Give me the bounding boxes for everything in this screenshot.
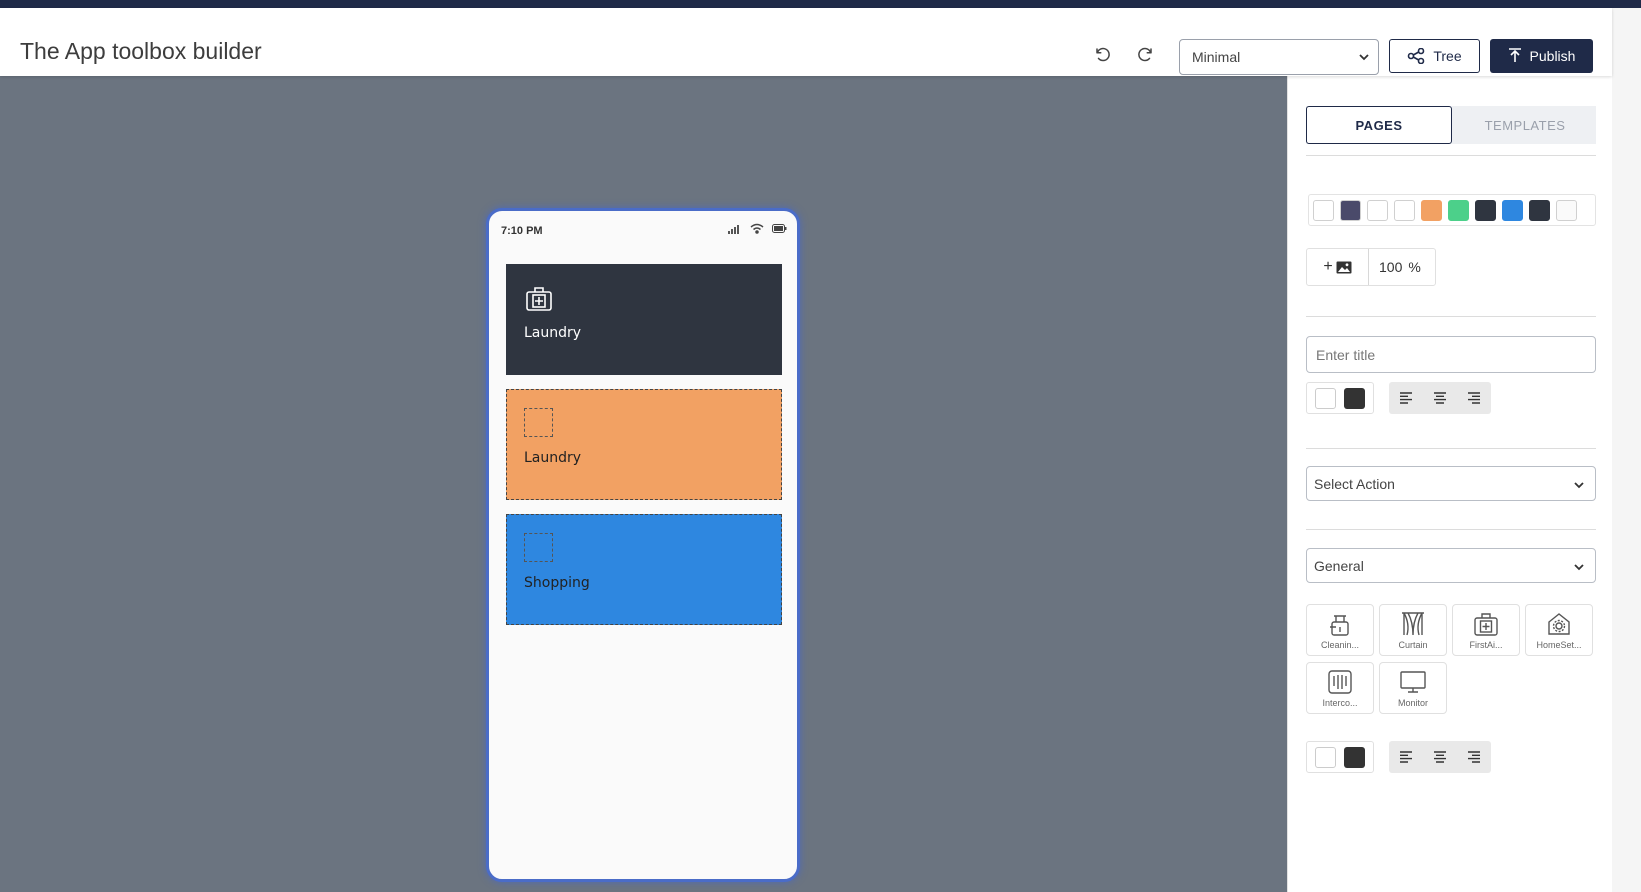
color-swatches — [1308, 194, 1596, 226]
top-strip — [0, 0, 1641, 8]
swatch[interactable] — [1556, 199, 1577, 221]
black-color-option[interactable] — [1344, 387, 1365, 409]
icon-placeholder — [524, 533, 553, 562]
swatch[interactable] — [1529, 199, 1550, 221]
tile-shopping[interactable]: Shopping — [506, 514, 782, 625]
curtain-icon — [1402, 612, 1424, 636]
icon-align-group — [1389, 741, 1491, 773]
category-select[interactable]: General — [1306, 548, 1596, 583]
canvas-area: 7:10 PM Laundry Laundry Shopping — [0, 76, 1287, 892]
icon-option-intercom[interactable]: Interco... — [1306, 662, 1374, 714]
icon-option-curtain[interactable]: Curtain — [1379, 604, 1447, 656]
category-select-value: General — [1314, 557, 1364, 574]
redo-button[interactable] — [1131, 41, 1159, 69]
right-gutter — [1612, 8, 1641, 892]
theme-select-value: Minimal — [1192, 49, 1241, 65]
white-color-option[interactable] — [1315, 387, 1336, 409]
swatch[interactable] — [1313, 199, 1334, 221]
icon-label: Curtain — [1398, 640, 1428, 650]
sidebar-tabs: PAGES TEMPLATES — [1306, 106, 1596, 144]
first-aid-kit-icon — [526, 287, 552, 311]
title-input[interactable]: Enter title — [1306, 336, 1596, 373]
icon-label: HomeSet... — [1536, 640, 1582, 650]
icon-label: Interco... — [1322, 698, 1358, 708]
swatch[interactable] — [1367, 199, 1388, 221]
swatch[interactable] — [1502, 199, 1523, 221]
app-title: The App toolbox builder — [20, 38, 262, 64]
status-time: 7:10 PM — [501, 225, 543, 237]
battery-icon — [772, 224, 787, 233]
icon-option-home-settings[interactable]: HomeSet... — [1525, 604, 1593, 656]
chevron-down-icon — [1574, 564, 1584, 571]
phone-preview: 7:10 PM Laundry Laundry Shopping — [486, 208, 800, 882]
title-align-group — [1389, 382, 1491, 414]
tree-button[interactable]: Tree — [1389, 39, 1480, 73]
plus-icon: + — [1323, 258, 1333, 275]
white-color-option[interactable] — [1315, 746, 1336, 768]
icon-label: Cleanin... — [1320, 640, 1360, 650]
divider — [1306, 529, 1596, 530]
add-image-button[interactable]: + — [1307, 249, 1369, 285]
icon-option-first-aid[interactable]: FirstAi... — [1452, 604, 1520, 656]
align-center-icon[interactable] — [1433, 392, 1447, 404]
wifi-icon — [750, 223, 764, 234]
action-select[interactable]: Select Action — [1306, 466, 1596, 501]
signal-icon — [728, 224, 739, 234]
undo-button[interactable] — [1089, 41, 1117, 69]
align-right-icon[interactable] — [1467, 392, 1481, 404]
icon-option-monitor[interactable]: Monitor — [1379, 662, 1447, 714]
monitor-icon — [1400, 671, 1426, 693]
icon-option-cleaning[interactable]: Cleanin... — [1306, 604, 1374, 656]
tab-pages[interactable]: PAGES — [1306, 106, 1452, 144]
zoom-value[interactable]: 100 — [1379, 259, 1402, 275]
image-zoom-control: + 100 % — [1306, 248, 1436, 286]
header-bar: The App toolbox builder Minimal Tree Pub… — [0, 8, 1612, 76]
divider — [1306, 448, 1596, 449]
chevron-down-icon — [1574, 482, 1584, 489]
tile-label: Laundry — [524, 450, 582, 466]
icon-placeholder — [524, 408, 553, 437]
divider — [1306, 155, 1596, 156]
tile-laundry[interactable]: Laundry — [506, 264, 782, 375]
tree-icon — [1408, 48, 1425, 64]
align-left-icon[interactable] — [1399, 392, 1413, 404]
action-select-value: Select Action — [1314, 475, 1395, 492]
tile-label: Shopping — [524, 575, 590, 591]
zoom-unit: % — [1408, 259, 1421, 275]
swatch[interactable] — [1475, 199, 1496, 221]
swatch[interactable] — [1340, 199, 1361, 221]
publish-button[interactable]: Publish — [1490, 39, 1593, 73]
icon-label: Monitor — [1397, 698, 1428, 708]
swatch[interactable] — [1394, 199, 1415, 221]
theme-select[interactable]: Minimal — [1179, 39, 1379, 75]
cleaning-icon — [1330, 615, 1349, 636]
publish-label: Publish — [1529, 48, 1576, 64]
tile-label: Laundry — [524, 325, 582, 341]
tile-laundry-2[interactable]: Laundry — [506, 389, 782, 500]
chevron-down-icon — [1359, 54, 1369, 61]
icon-label: FirstAi... — [1469, 640, 1503, 650]
divider — [1306, 316, 1596, 317]
redo-icon — [1138, 47, 1152, 62]
align-right-icon[interactable] — [1467, 751, 1481, 763]
title-color-toggle — [1306, 382, 1374, 414]
home-settings-icon — [1548, 613, 1570, 635]
black-color-option[interactable] — [1344, 746, 1365, 768]
upload-icon — [1508, 48, 1521, 62]
first-aid-icon — [1474, 613, 1498, 636]
align-center-icon[interactable] — [1433, 751, 1447, 763]
tree-label: Tree — [1433, 48, 1462, 64]
image-icon — [1336, 261, 1352, 273]
properties-sidebar: PAGES TEMPLATES + 100 % Enter title Sele… — [1287, 76, 1612, 892]
align-left-icon[interactable] — [1399, 751, 1413, 763]
tab-templates[interactable]: TEMPLATES — [1452, 106, 1598, 144]
icon-color-toggle — [1306, 741, 1374, 773]
swatch[interactable] — [1421, 199, 1442, 221]
undo-icon — [1096, 47, 1110, 62]
intercom-icon — [1328, 670, 1352, 694]
status-icons — [728, 223, 787, 234]
swatch[interactable] — [1448, 199, 1469, 221]
